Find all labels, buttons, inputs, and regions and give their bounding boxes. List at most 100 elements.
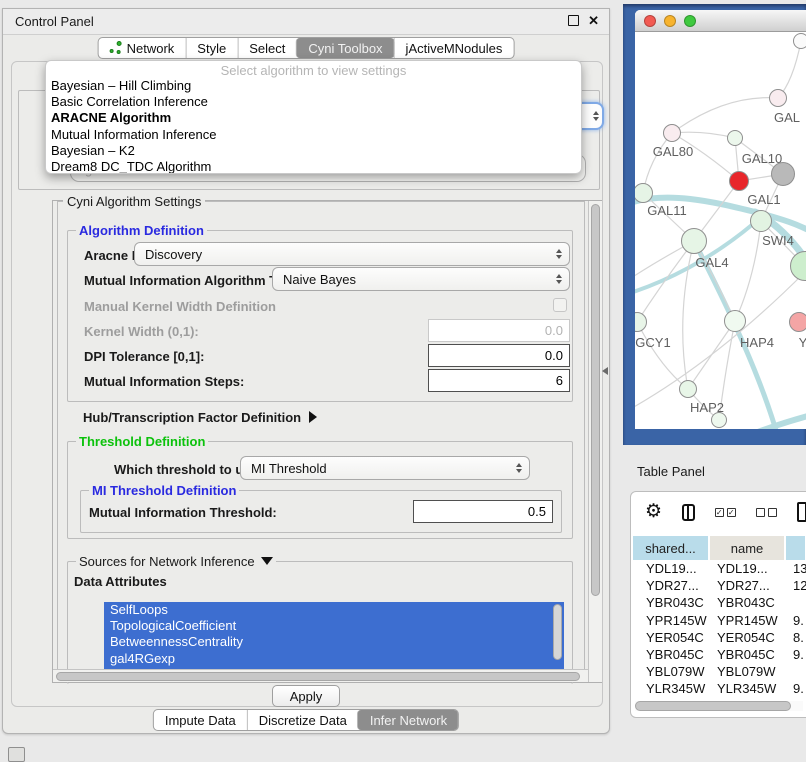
tab-style[interactable]: Style [185,38,237,58]
table-row[interactable]: YPR145WYPR145W9. [633,612,806,629]
algorithm-option[interactable]: Bayesian – K2 [46,143,581,159]
settings-horizontal-scrollbar[interactable] [53,669,588,682]
minimized-panel-icon[interactable] [8,747,25,762]
sources-group-title[interactable]: Sources for Network Inference [76,554,276,569]
table-row[interactable]: YBL079WYBL079W [633,663,806,680]
mi-type-combo[interactable]: Naive Bayes [272,267,570,291]
table-row[interactable]: YDL19...YDL19...13 [633,560,806,577]
algorithm-option[interactable]: Mutual Information Inference [46,127,581,143]
table-row[interactable]: YER054CYER054C8. [633,629,806,646]
tab-infer-network[interactable]: Infer Network [357,710,459,730]
dpi-tolerance-field[interactable]: 0.0 [428,344,570,367]
node-label: SWI4 [762,233,794,248]
network-node-gal4[interactable] [681,228,707,254]
expand-right-icon[interactable] [309,411,317,423]
network-canvas[interactable]: GALGAL80GAL10GAL1GAL11SWI4GAL4GCY1HAP4YH… [635,32,806,429]
attributes-scrollbar[interactable] [553,604,562,660]
tab-discretize-data[interactable]: Discretize Data [247,710,358,730]
table-horizontal-scrollbar[interactable] [635,701,803,711]
mi-steps-label: Mutual Information Steps: [84,374,244,389]
tab-label: Select [249,41,285,56]
file-icon[interactable] [797,502,806,522]
data-attributes-list[interactable]: SelfLoopsTopologicalCoefficientBetweenne… [104,602,564,670]
cyni-toolbox-panel: galFiltered.sif default node Select algo… [11,61,603,707]
table-cell: YBL079W [710,664,786,679]
node-label: GAL4 [695,255,728,270]
network-node-hap2[interactable] [679,380,697,398]
mi-steps-value: 6 [556,373,563,388]
table-row[interactable]: YBR043CYBR043C [633,594,806,611]
column-header[interactable] [786,536,806,560]
table-cell: 13 [786,561,806,576]
algorithm-option[interactable]: Bayesian – Hill Climbing [46,78,581,94]
tab-impute-data[interactable]: Impute Data [154,710,247,730]
apply-button[interactable]: Apply [272,685,340,707]
split-columns-icon[interactable] [682,504,695,521]
select-all-columns-icon[interactable]: ✓✓ [715,508,736,517]
mac-close-icon[interactable] [644,15,656,27]
table-row[interactable]: YIL052CYIL052C9 [633,698,806,699]
network-node-hap4[interactable] [724,310,746,332]
table-cell: 9. [786,613,806,628]
network-node-gal80[interactable] [663,124,681,142]
network-node[interactable] [711,412,727,428]
float-window-icon[interactable] [568,15,579,26]
tab-network[interactable]: Network [99,38,186,58]
tab-jactivemnodules[interactable]: jActiveMNodules [394,38,514,58]
table-cell: YDL19... [633,561,710,576]
mi-threshold-field[interactable]: 0.5 [413,500,553,523]
network-node-gal1[interactable] [729,171,749,191]
attribute-item-selected[interactable]: BetweennessCentrality [104,634,564,650]
hub-definition-label[interactable]: Hub/Transcription Factor Definition [83,410,317,425]
algorithm-option[interactable]: Basic Correlation Inference [46,94,581,110]
algorithm-definition-group: Algorithm Definition Aracne Mode: Discov… [67,230,573,402]
mac-zoom-icon[interactable] [684,15,696,27]
network-node[interactable] [793,33,806,49]
table-row[interactable]: YBR045CYBR045C9. [633,646,806,663]
table-cell: 8. [786,630,806,645]
node-label: HAP4 [740,335,774,350]
tab-label: Network [127,41,175,56]
attribute-item-selected[interactable]: gal4RGexp [104,651,564,667]
network-node[interactable] [771,162,795,186]
table-cell: 12 [786,578,806,593]
network-node-swi4[interactable] [750,210,772,232]
network-window-titlebar[interactable] [635,10,806,32]
control-panel-tabbar: Network Style Select Cyni ToolboxjActiveMNo… [98,37,515,59]
table-cell: 9. [786,681,806,696]
gear-icon[interactable]: ⚙ [645,502,662,522]
column-header-name[interactable]: name [710,536,786,560]
network-view-window: GALGAL80GAL10GAL1GAL11SWI4GAL4GCY1HAP4YH… [635,10,806,429]
settings-vertical-scrollbar[interactable] [588,201,602,682]
network-node-gal10[interactable] [727,130,743,146]
network-node-gal[interactable] [769,89,787,107]
close-icon[interactable]: ✕ [588,15,599,26]
table-cell: YLR345W [633,681,710,696]
network-node-y[interactable] [789,312,806,332]
table-body: YDL19...YDL19...13YDR27...YDR27...12YBR0… [633,560,806,698]
mi-steps-field[interactable]: 6 [428,369,570,392]
table-row[interactable]: YLR345WYLR345W9. [633,680,806,697]
table-cell: YPR145W [633,613,710,628]
mi-threshold-group: MI Threshold Definition Mutual Informati… [80,490,562,533]
mi-type-value: Naive Bayes [283,272,356,287]
attribute-item-selected[interactable]: TopologicalCoefficient [104,618,564,634]
column-header-shared[interactable]: shared... [633,536,710,560]
aracne-mode-combo[interactable]: Discovery [134,242,570,266]
kernel-width-field[interactable]: 0.0 [428,319,570,342]
collapse-down-icon[interactable] [261,557,273,565]
table-row[interactable]: YDR27...YDR27...12 [633,577,806,594]
attribute-item-selected[interactable]: SelfLoops [104,602,564,618]
mi-threshold-group-title: MI Threshold Definition [89,483,239,498]
which-threshold-combo[interactable]: MI Threshold [240,456,530,480]
deselect-all-columns-icon[interactable] [756,508,777,517]
algorithm-option[interactable]: ARACNE Algorithm [46,110,581,126]
tab-cyni-toolbox[interactable]: Cyni Toolbox [295,38,394,58]
mac-minimize-icon[interactable] [664,15,676,27]
aracne-mode-value: Discovery [145,247,202,262]
tab-select[interactable]: Select [237,38,296,58]
manual-kernel-checkbox[interactable] [553,298,567,312]
collapse-panel-arrow-icon[interactable] [602,367,608,375]
algorithm-option[interactable]: Dream8 DC_TDC Algorithm [46,159,581,174]
kernel-width-label: Kernel Width (0,1): [84,324,199,339]
